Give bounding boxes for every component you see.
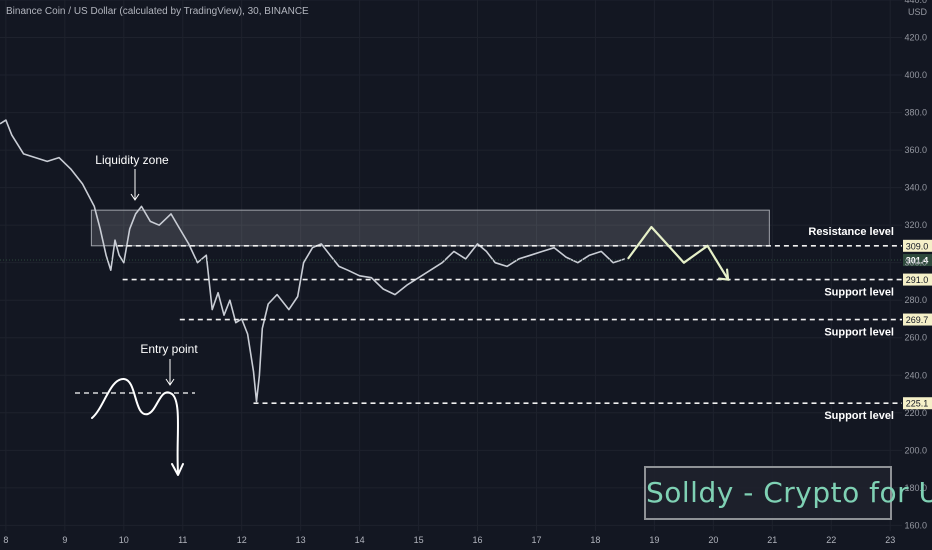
y-tick-label: 320.0 — [904, 220, 927, 230]
liquidity-zone-box — [90, 209, 770, 247]
level-label: Support level — [824, 287, 894, 299]
currency-label: USD — [908, 7, 928, 17]
level-label: Resistance level — [808, 226, 894, 238]
y-tick-label: 420.0 — [904, 33, 927, 43]
y-tick-label: 160.0 — [904, 520, 927, 530]
y-tick-label: 360.0 — [904, 145, 927, 155]
price-tag: 269.7 — [903, 313, 932, 326]
x-tick-label: 9 — [62, 535, 67, 545]
symbol-title: Binance Coin / US Dollar (calculated by … — [6, 6, 309, 17]
x-tick-label: 21 — [767, 535, 777, 545]
x-tick-label: 16 — [473, 535, 483, 545]
x-tick-label: 22 — [826, 535, 836, 545]
price-tag-text: 309.0 — [906, 241, 929, 251]
y-tick-label: 200.0 — [904, 445, 927, 455]
x-tick-label: 10 — [119, 535, 129, 545]
x-tick-label: 23 — [885, 535, 895, 545]
brand-watermark: Solldy - Crypto for U — [644, 466, 932, 520]
price-tag: 291.0 — [903, 273, 932, 286]
x-tick-label: 8 — [3, 535, 8, 545]
y-tick-label: 240.0 — [904, 370, 927, 380]
y-tick-label: 280.0 — [904, 295, 927, 305]
level-label: Support level — [824, 327, 894, 339]
y-tick-label: 400.0 — [904, 70, 927, 80]
liquidity-zone-label: Liquidity zone — [95, 153, 169, 167]
price-tag-text: 291.0 — [906, 275, 929, 285]
x-tick-label: 19 — [649, 535, 659, 545]
y-tick-label: 260.0 — [904, 333, 927, 343]
x-tick-label: 12 — [237, 535, 247, 545]
x-tick-label: 15 — [414, 535, 424, 545]
x-tick-label: 17 — [531, 535, 541, 545]
x-tick-label: 14 — [355, 535, 365, 545]
chart-root: Resistance level 309.0 Support level 291.0 S… — [0, 0, 932, 550]
price-tag-text: 269.7 — [906, 315, 929, 325]
entry-point-label: Entry point — [140, 342, 198, 356]
x-tick-label: 18 — [590, 535, 600, 545]
liquidity-zone-layer — [90, 209, 770, 247]
y-tick-label: 220.0 — [904, 408, 927, 418]
y-axis[interactable]: 160.0180.0200.0220.0240.0260.0280.0300.0… — [904, 0, 927, 530]
y-tick-label: 380.0 — [904, 108, 927, 118]
y-tick-label: 300.0 — [904, 258, 927, 268]
x-tick-label: 20 — [708, 535, 718, 545]
x-tick-label: 11 — [178, 535, 187, 545]
level-label: Support level — [824, 410, 894, 422]
x-tick-label: 13 — [296, 535, 306, 545]
price-tag: 309.0 — [903, 239, 932, 252]
y-tick-label: 340.0 — [904, 183, 927, 193]
y-tick-label: 440.0 — [904, 0, 927, 5]
